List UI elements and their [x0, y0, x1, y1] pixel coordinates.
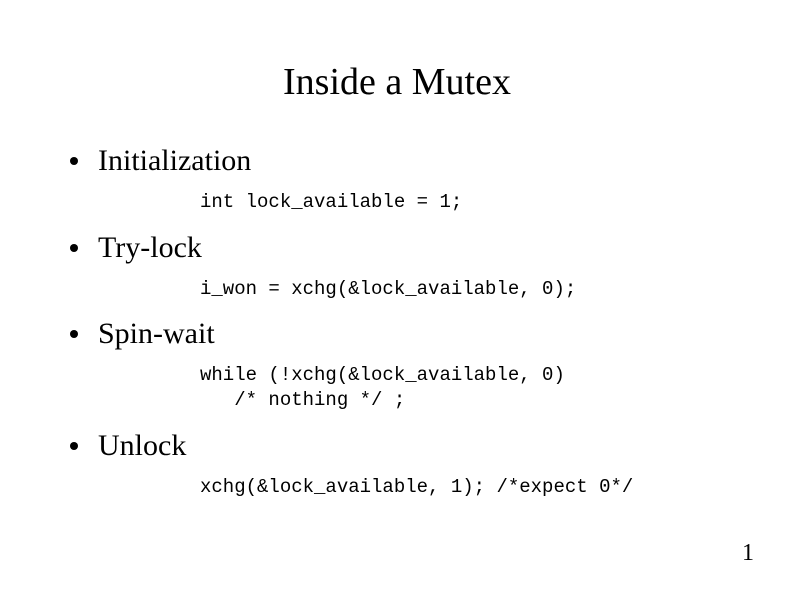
code-snippet: xchg(&lock_available, 1); /*expect 0*/ — [200, 475, 744, 500]
bullet-icon — [70, 330, 78, 338]
slide-content: Initialization int lock_available = 1; T… — [50, 144, 744, 499]
bullet-label: Unlock — [98, 429, 186, 463]
bullet-icon — [70, 244, 78, 252]
slide-title: Inside a Mutex — [50, 60, 744, 104]
bullet-item: Try-lock — [70, 231, 744, 265]
bullet-label: Initialization — [98, 144, 251, 178]
bullet-icon — [70, 157, 78, 165]
bullet-item: Initialization — [70, 144, 744, 178]
code-snippet: while (!xchg(&lock_available, 0) /* noth… — [200, 363, 744, 412]
bullet-label: Try-lock — [98, 231, 202, 265]
bullet-item: Unlock — [70, 429, 744, 463]
code-snippet: int lock_available = 1; — [200, 190, 744, 215]
bullet-item: Spin-wait — [70, 317, 744, 351]
code-snippet: i_won = xchg(&lock_available, 0); — [200, 277, 744, 302]
bullet-icon — [70, 442, 78, 450]
bullet-label: Spin-wait — [98, 317, 215, 351]
page-number: 1 — [742, 540, 754, 567]
